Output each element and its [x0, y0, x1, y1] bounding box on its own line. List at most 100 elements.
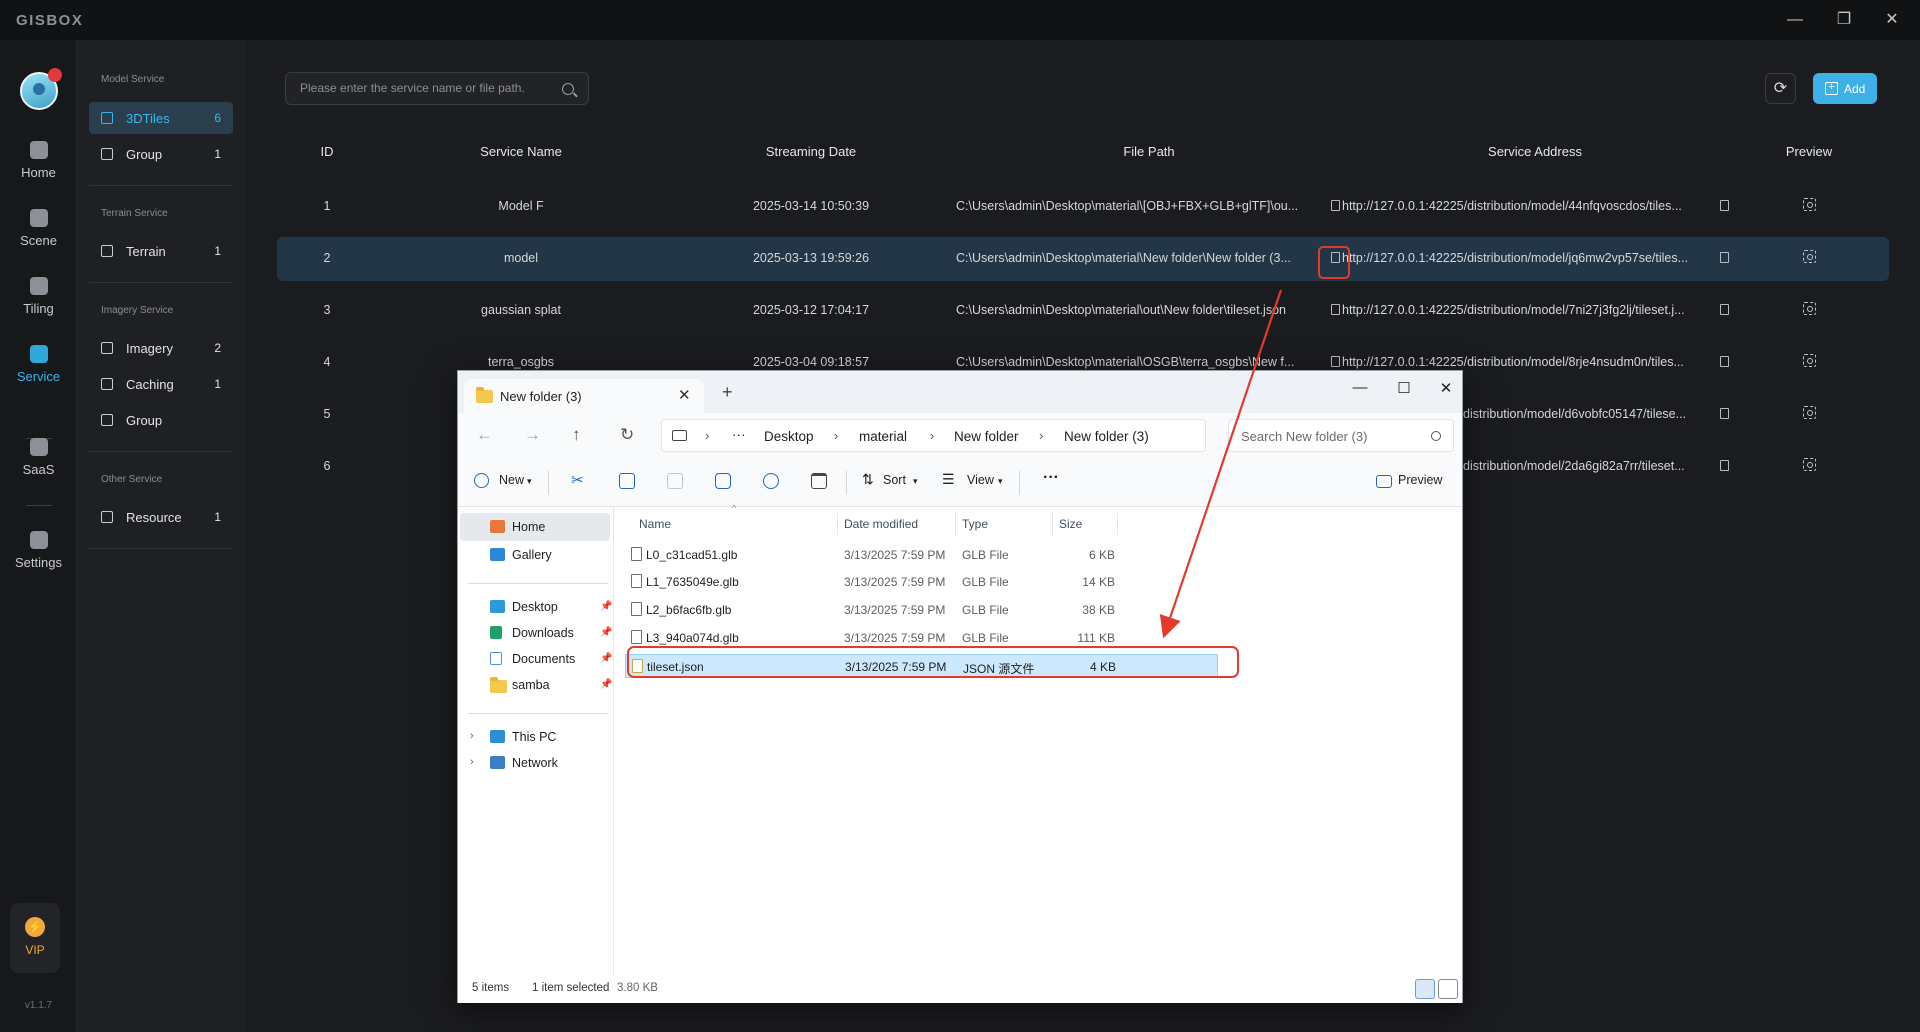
nav-pane-item-this-pc[interactable]: › This PC	[460, 723, 610, 751]
nav-pane-item-desktop[interactable]: Desktop 📌	[460, 593, 612, 621]
refresh-button[interactable]: ↻	[620, 425, 634, 445]
file-row[interactable]: L0_c31cad51.glb 3/13/2025 7:59 PM GLB Fi…	[625, 543, 1219, 567]
cell-service-address[interactable]: http://127.0.0.1:42225/distribution/mode…	[1331, 303, 1685, 317]
nav-pane-item-documents[interactable]: Documents 📌	[460, 645, 613, 673]
file-row[interactable]: L2_b6fac6fb.glb 3/13/2025 7:59 PM GLB Fi…	[625, 598, 1219, 622]
sidebar-item-count: 1	[214, 377, 221, 391]
share-icon[interactable]	[763, 473, 779, 489]
vip-button[interactable]: ⚡ VIP	[10, 903, 60, 973]
add-button[interactable]: + Add	[1813, 73, 1877, 104]
nav-divider	[26, 505, 52, 506]
cell-file-path: C:\Users\admin\Desktop\material\OSGB\ter…	[956, 355, 1295, 369]
table-row[interactable]: 2 model 2025-03-13 19:59:26 C:\Users\adm…	[277, 237, 1889, 281]
more-options-button[interactable]: ···	[1043, 469, 1059, 487]
preview-icon[interactable]	[1803, 406, 1816, 419]
copy-icon[interactable]	[1720, 252, 1729, 263]
table-row[interactable]: 1 Model F 2025-03-14 10:50:39 C:\Users\a…	[277, 185, 1889, 229]
nav-pane-item-home[interactable]: Home	[460, 513, 610, 541]
restore-button[interactable]: ❐	[1824, 6, 1864, 34]
view-button[interactable]: View	[967, 473, 994, 487]
nav-pane-item-downloads[interactable]: Downloads 📌	[460, 619, 612, 647]
sort-button[interactable]: Sort	[883, 473, 906, 487]
breadcrumb-new-folder[interactable]: New folder	[954, 429, 1019, 444]
service-search[interactable]	[285, 72, 589, 105]
preview-icon[interactable]	[1803, 458, 1816, 471]
chevron-right-icon[interactable]: ›	[470, 756, 474, 768]
nav-pane-label: Network	[512, 756, 558, 770]
breadcrumb-material[interactable]: material	[859, 429, 907, 444]
cell-service-address[interactable]: http://127.0.0.1:42225/distribution/mode…	[1331, 355, 1684, 369]
explorer-close-button[interactable]: ✕	[1428, 379, 1464, 397]
copy-icon[interactable]	[1720, 304, 1729, 315]
nav-pane-item-gallery[interactable]: Gallery	[460, 541, 610, 569]
sidebar-item-3dtiles[interactable]: 3DTiles 6	[89, 102, 233, 134]
thumbnails-view-icon[interactable]	[1438, 979, 1458, 999]
minimize-button[interactable]: —	[1775, 6, 1815, 34]
close-button[interactable]: ✕	[1872, 6, 1912, 34]
refresh-button[interactable]: ⟳	[1765, 73, 1796, 104]
copy-icon[interactable]	[619, 473, 635, 489]
column-header-date-modified[interactable]: Date modified	[844, 517, 918, 531]
copy-icon[interactable]	[1720, 408, 1729, 419]
nav-home[interactable]: Home	[0, 141, 77, 201]
breadcrumb-more[interactable]: ···	[732, 427, 746, 442]
delete-icon[interactable]	[811, 473, 827, 489]
preview-icon[interactable]	[1803, 198, 1816, 211]
tab-close-icon[interactable]: ✕	[678, 386, 691, 404]
nav-pane-item-samba[interactable]: samba 📌	[460, 671, 612, 699]
column-header-type[interactable]: Type	[962, 517, 988, 531]
breadcrumb-new-folder-3[interactable]: New folder (3)	[1064, 429, 1149, 444]
back-button[interactable]: ←	[476, 425, 493, 445]
explorer-minimize-button[interactable]: —	[1342, 379, 1378, 396]
copy-icon[interactable]	[1720, 356, 1729, 367]
rename-icon[interactable]	[715, 473, 731, 489]
nav-settings[interactable]: Settings	[0, 531, 77, 591]
search-icon[interactable]	[562, 83, 574, 95]
nav-saas[interactable]: SaaS	[0, 438, 77, 498]
search-icon[interactable]	[1431, 431, 1441, 441]
breadcrumb-desktop[interactable]: Desktop	[764, 429, 814, 444]
preview-pane-button[interactable]: Preview	[1398, 473, 1442, 487]
breadcrumb[interactable]: › ··· Desktop › material › New folder › …	[661, 419, 1206, 452]
file-type: GLB File	[962, 631, 1009, 645]
cell-service-address[interactable]: http://127.0.0.1:42225/distribution/mode…	[1331, 251, 1688, 265]
table-row[interactable]: 3 gaussian splat 2025-03-12 17:04:17 C:\…	[277, 289, 1889, 333]
cell-service-address[interactable]: distribution/model/2da6gi82a7rr/tileset.…	[1463, 459, 1685, 473]
preview-icon[interactable]	[1803, 250, 1816, 263]
file-row[interactable]: L1_7635049e.glb 3/13/2025 7:59 PM GLB Fi…	[625, 570, 1219, 594]
sidebar-item-imagery-group[interactable]: Group	[89, 404, 233, 436]
sort-indicator-icon: ^	[732, 503, 737, 513]
nav-pane-label: Gallery	[512, 548, 552, 562]
nav-scene[interactable]: Scene	[0, 209, 77, 269]
details-view-icon[interactable]	[1415, 979, 1435, 999]
new-button[interactable]: New	[499, 473, 524, 487]
cut-icon[interactable]: ✂	[571, 471, 584, 489]
column-header-name[interactable]: Name	[639, 517, 671, 531]
preview-icon[interactable]	[1803, 302, 1816, 315]
forward-button[interactable]: →	[524, 425, 541, 445]
up-button[interactable]: ↑	[572, 425, 581, 445]
preview-icon[interactable]	[1803, 354, 1816, 367]
sidebar-item-imagery[interactable]: Imagery 2	[89, 332, 233, 364]
explorer-tab[interactable]: New folder (3) ✕	[464, 379, 704, 413]
sidebar-item-caching[interactable]: Caching 1	[89, 368, 233, 400]
file-icon	[631, 630, 642, 644]
explorer-search-input[interactable]	[1241, 429, 1421, 444]
copy-icon[interactable]	[1720, 460, 1729, 471]
sidebar-item-resource[interactable]: Resource 1	[89, 501, 233, 533]
nav-tiling[interactable]: Tiling	[0, 277, 77, 337]
pin-icon: 📌	[600, 653, 613, 664]
sidebar-item-model-group[interactable]: Group 1	[89, 138, 233, 170]
explorer-search[interactable]	[1228, 419, 1454, 452]
cell-service-address[interactable]: http://127.0.0.1:42225/distribution/mode…	[1331, 199, 1682, 213]
chevron-right-icon[interactable]: ›	[470, 730, 474, 742]
search-input[interactable]	[300, 81, 550, 95]
new-tab-button[interactable]: +	[722, 382, 733, 403]
nav-service[interactable]: Service	[0, 345, 77, 405]
sidebar-item-terrain[interactable]: Terrain 1	[89, 235, 233, 267]
nav-pane-item-network[interactable]: › Network	[460, 749, 610, 777]
cell-service-address[interactable]: distribution/model/d6vobfc05147/tilese..…	[1463, 407, 1686, 421]
copy-icon[interactable]	[1720, 200, 1729, 211]
column-header-size[interactable]: Size	[1059, 517, 1082, 531]
explorer-maximize-button[interactable]: ☐	[1386, 379, 1422, 397]
